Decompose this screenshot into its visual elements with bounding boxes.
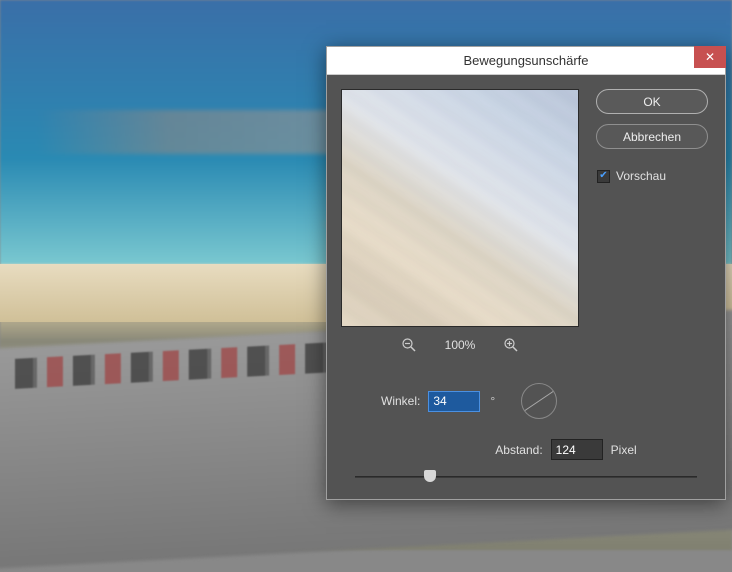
zoom-out-icon bbox=[401, 337, 417, 353]
distance-unit: Pixel bbox=[611, 443, 637, 457]
zoom-out-button[interactable] bbox=[401, 337, 417, 353]
angle-dial[interactable] bbox=[521, 383, 557, 419]
check-icon: ✔ bbox=[599, 171, 607, 181]
distance-slider[interactable] bbox=[355, 470, 697, 484]
cancel-button[interactable]: Abbrechen bbox=[596, 124, 708, 149]
cancel-label: Abbrechen bbox=[623, 130, 681, 144]
ok-button[interactable]: OK bbox=[596, 89, 708, 114]
zoom-level: 100% bbox=[445, 338, 476, 352]
angle-input[interactable] bbox=[428, 391, 480, 412]
close-icon: ✕ bbox=[705, 50, 715, 64]
ok-label: OK bbox=[643, 95, 660, 109]
slider-track bbox=[355, 476, 697, 478]
dialog-title: Bewegungsunschärfe bbox=[327, 53, 725, 68]
motion-blur-dialog: Bewegungsunschärfe ✕ OK Abbrechen ✔ Vors… bbox=[326, 46, 726, 500]
preview-checkbox-label: Vorschau bbox=[616, 169, 666, 183]
slider-thumb[interactable] bbox=[424, 470, 436, 482]
zoom-in-icon bbox=[503, 337, 519, 353]
angle-unit: ° bbox=[490, 394, 495, 408]
dialog-body: OK Abbrechen ✔ Vorschau bbox=[327, 75, 725, 498]
distance-input[interactable] bbox=[551, 439, 603, 460]
distance-label: Abstand: bbox=[495, 443, 542, 457]
filter-preview[interactable] bbox=[341, 89, 579, 327]
zoom-in-button[interactable] bbox=[503, 337, 519, 353]
angle-label: Winkel: bbox=[381, 394, 420, 408]
close-button[interactable]: ✕ bbox=[694, 46, 726, 68]
preview-checkbox[interactable]: ✔ bbox=[597, 170, 610, 183]
dialog-titlebar[interactable]: Bewegungsunschärfe ✕ bbox=[327, 47, 725, 75]
